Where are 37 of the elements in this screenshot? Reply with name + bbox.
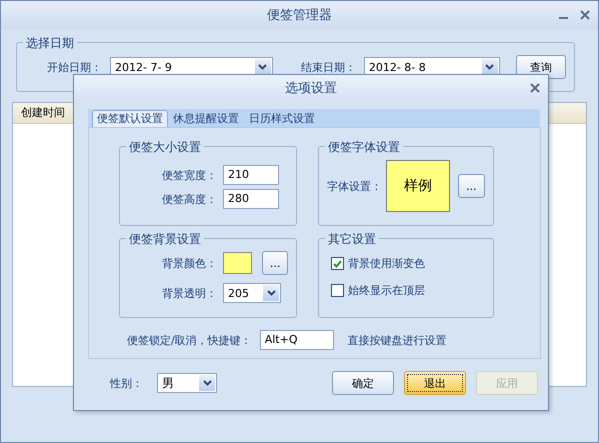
checkbox-label[interactable]: 背景使用渐变色 — [348, 256, 425, 271]
close-icon[interactable] — [580, 10, 590, 20]
group-title: 便签背景设置 — [126, 231, 204, 248]
input-field[interactable]: 280 — [223, 189, 279, 209]
opacity-dropdown[interactable]: 205 — [223, 283, 281, 303]
gender-dropdown[interactable]: 男 — [157, 373, 217, 393]
browse-button[interactable]: ... — [458, 174, 485, 198]
tab[interactable]: 便签默认设置 — [92, 110, 168, 127]
dialog-title: 选项设置 — [285, 80, 337, 97]
field-label: 背景透明： — [162, 286, 217, 300]
input-field[interactable]: 210 — [223, 165, 279, 185]
checkbox[interactable] — [331, 257, 344, 270]
field-label: 结束日期： — [300, 60, 356, 74]
group-title: 选择日期 — [23, 35, 77, 52]
browse-button[interactable]: ... — [262, 251, 288, 275]
field-label: 字体设置： — [327, 178, 382, 194]
tab[interactable]: 休息提醒设置 — [168, 110, 244, 127]
window-title: 便签管理器 — [267, 7, 332, 24]
checkbox-label[interactable]: 始终显示在顶层 — [348, 283, 425, 298]
color-swatch[interactable] — [223, 252, 252, 274]
shortcut-field[interactable]: Alt+Q — [260, 330, 334, 350]
group-title: 便签大小设置 — [126, 139, 204, 156]
dialog-button[interactable]: 确定 — [332, 371, 394, 395]
field-label: 背景颜色： — [162, 256, 217, 270]
field-label: 性别： — [110, 376, 143, 390]
field-label: 便签高度： — [162, 192, 217, 206]
field-label: 开始日期： — [47, 60, 102, 74]
group-title: 便签字体设置 — [325, 139, 403, 156]
field-label: 便签锁定/取消，快捷键： — [127, 332, 252, 348]
close-icon[interactable] — [530, 83, 540, 93]
field-label: 便签宽度： — [162, 168, 217, 182]
tab[interactable]: 日历样式设置 — [244, 110, 320, 127]
group-title: 其它设置 — [325, 231, 379, 248]
checkbox[interactable] — [331, 284, 344, 297]
dialog-button[interactable]: 退出 — [404, 371, 466, 395]
font-sample: 样例 — [386, 160, 450, 212]
hint-text: 直接按键盘进行设置 — [348, 332, 447, 348]
